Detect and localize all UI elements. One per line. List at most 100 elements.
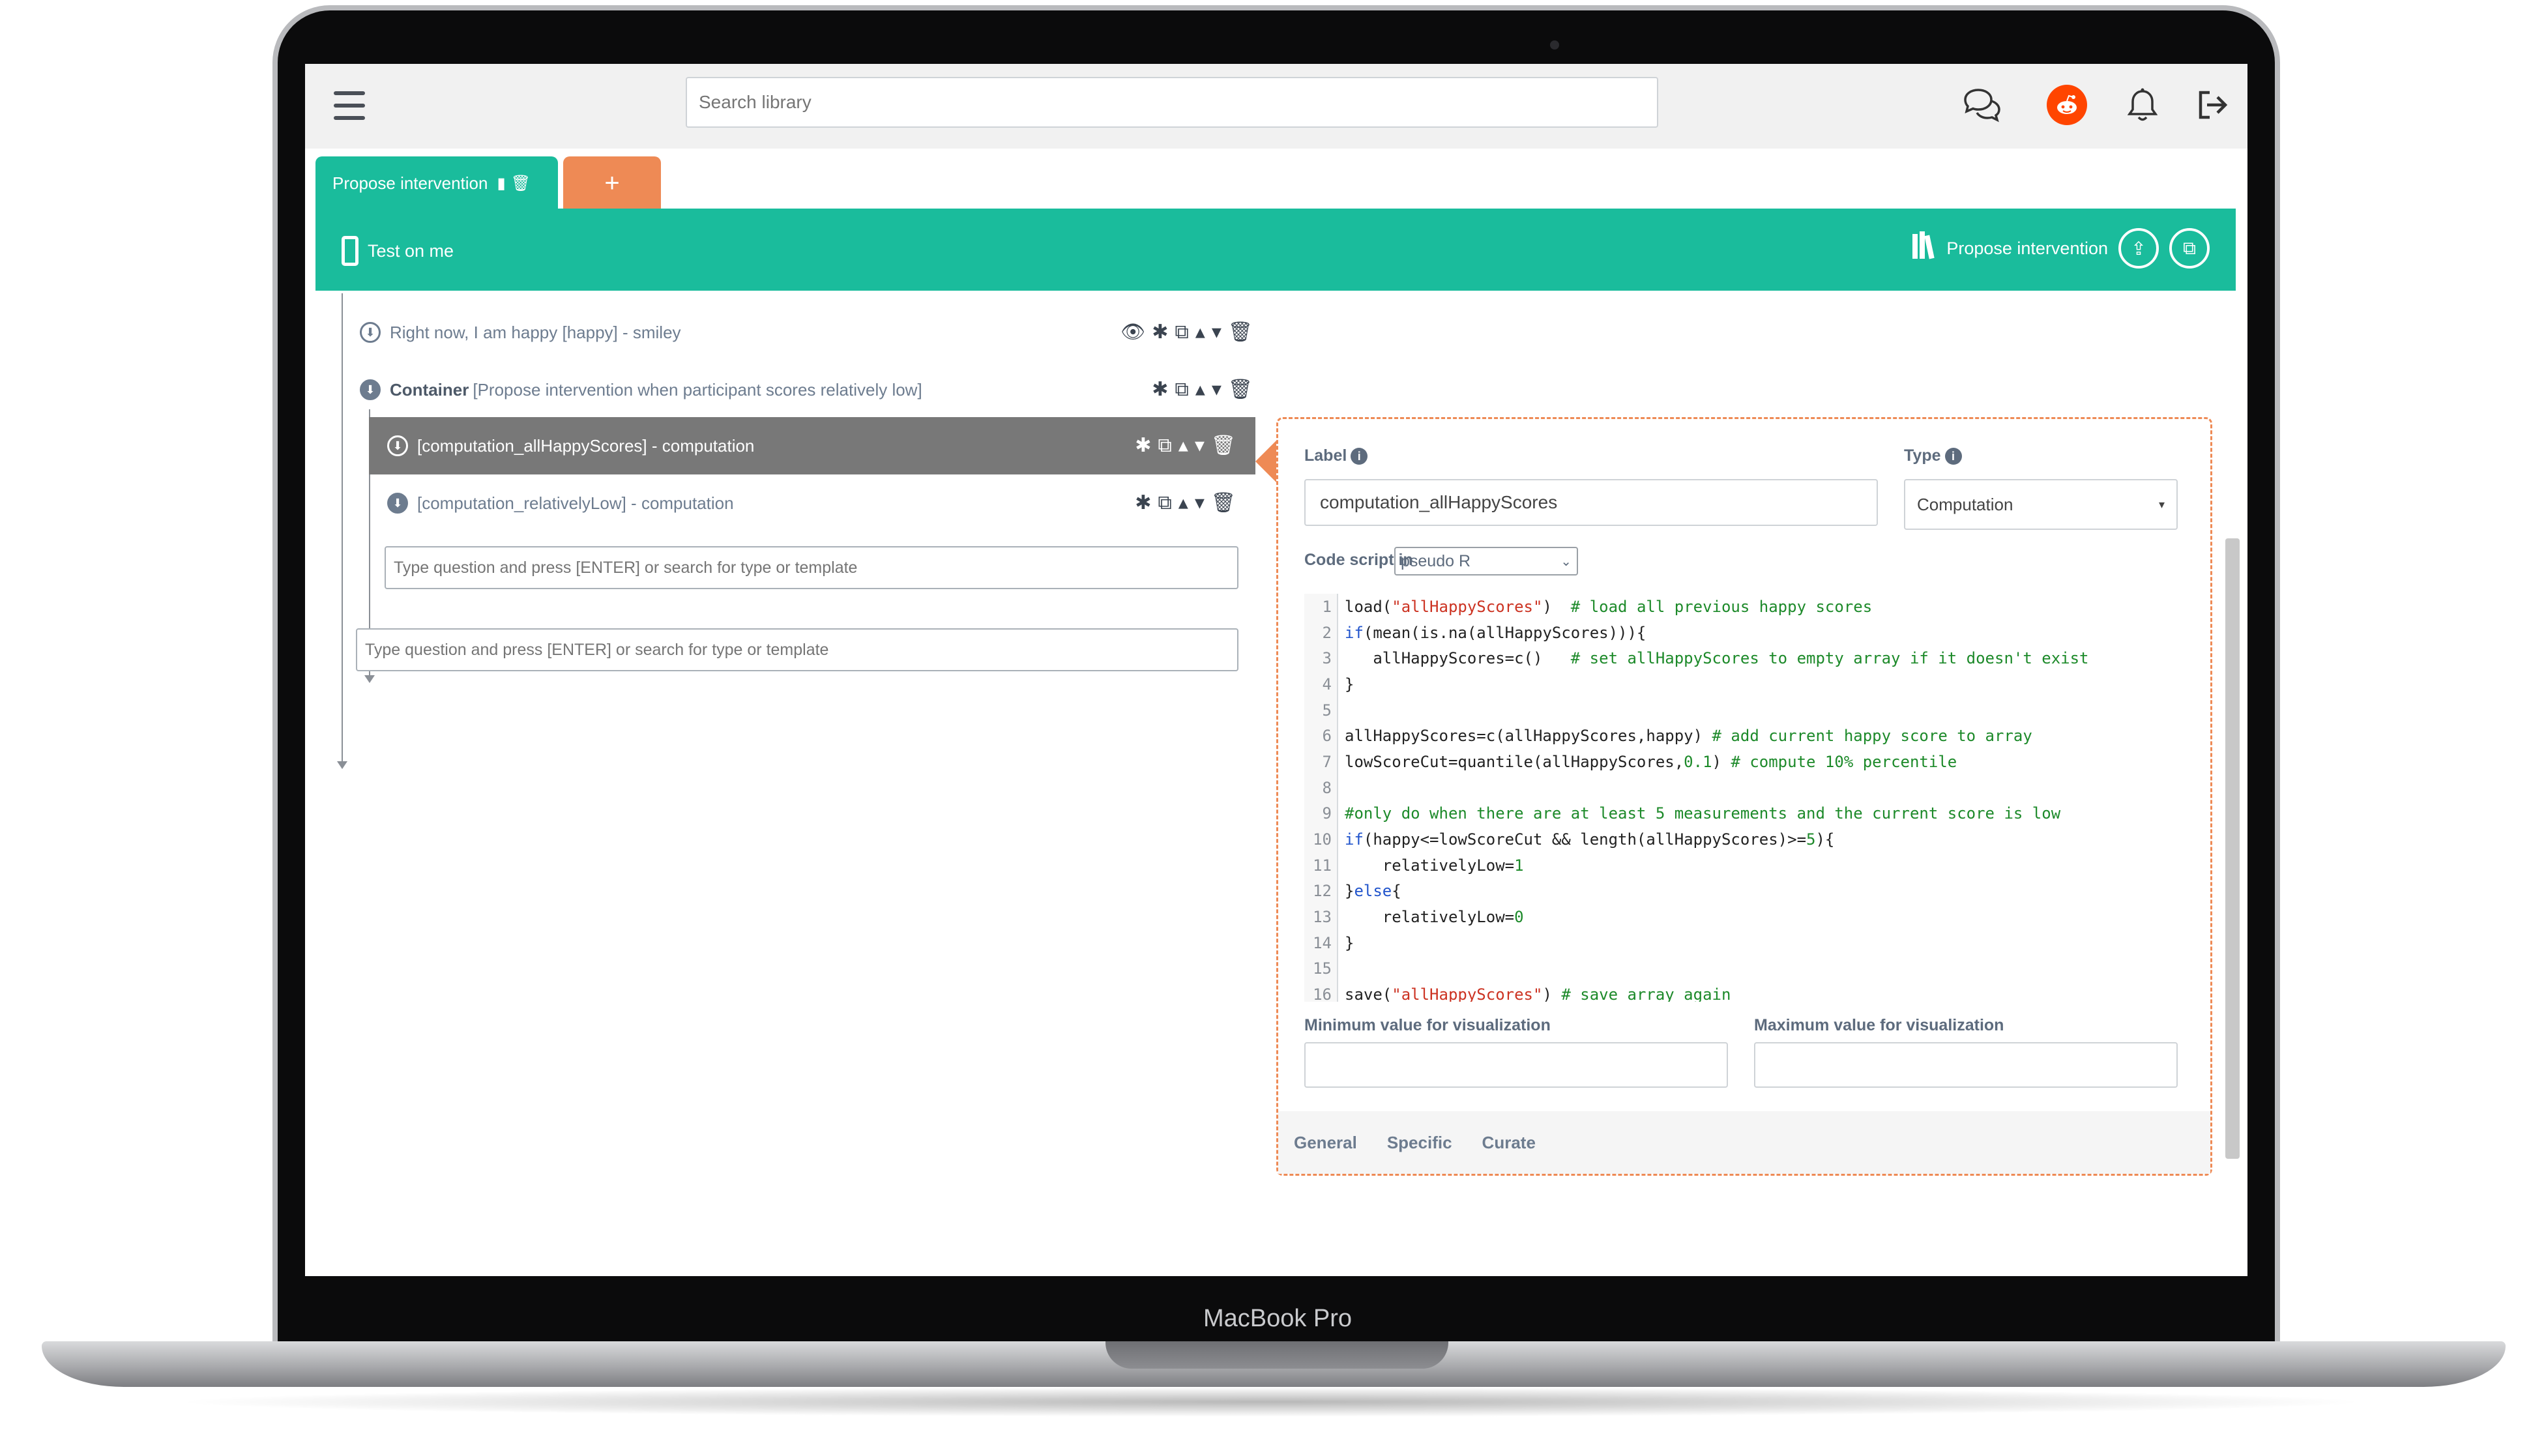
tab-curate[interactable]: Curate bbox=[1482, 1133, 1536, 1153]
reddit-icon[interactable] bbox=[2047, 85, 2087, 125]
code-line: 1 load("allHappyScores") # load all previ… bbox=[1304, 594, 2197, 620]
chevron-down-icon: ▾ bbox=[2158, 497, 2165, 511]
move-up-icon[interactable]: ▴ bbox=[1195, 321, 1205, 343]
inner-question-input[interactable] bbox=[385, 546, 1238, 589]
tree-item-selected[interactable]: ⬇ [computation_allHappyScores] - computa… bbox=[369, 417, 1255, 474]
code-text: allHappyScores=c(allHappyScores,happy) #… bbox=[1345, 727, 2032, 746]
line-number: 1 bbox=[1304, 594, 1338, 620]
trash-icon[interactable]: 🗑 bbox=[1211, 491, 1236, 514]
code-text: lowScoreCut=quantile(allHappyScores,0.1)… bbox=[1345, 752, 1957, 771]
asterisk-icon[interactable]: ✱ bbox=[1152, 321, 1168, 343]
move-up-icon[interactable]: ▴ bbox=[1195, 378, 1205, 401]
code-text: load("allHappyScores") # load all previo… bbox=[1345, 597, 1873, 616]
max-value-label: Maximum value for visualization bbox=[1754, 1016, 2004, 1034]
code-text: allHappyScores=c() # set allHappyScores … bbox=[1345, 649, 2089, 668]
trash-icon[interactable]: 🗑 bbox=[1228, 321, 1253, 343]
collapse-icon[interactable]: ⬇ bbox=[360, 322, 381, 343]
code-text: relativelyLow=0 bbox=[1345, 908, 1524, 927]
code-line: 4} bbox=[1304, 671, 2197, 697]
line-number: 7 bbox=[1304, 749, 1338, 775]
app-screen: Propose intervention ▮ 🗑 + Test on me Pr… bbox=[305, 64, 2247, 1276]
menu-icon[interactable] bbox=[334, 91, 365, 120]
asterisk-icon[interactable]: ✱ bbox=[1152, 378, 1168, 401]
tree-item[interactable]: ⬇ [computation_relativelyLow] - computat… bbox=[369, 474, 1255, 532]
duplicate-icon[interactable]: ⧉ bbox=[1158, 435, 1171, 457]
move-down-icon[interactable]: ▾ bbox=[1212, 321, 1222, 343]
test-on-me-label: Test on me bbox=[368, 240, 454, 261]
collapse-icon[interactable]: ⬇ bbox=[387, 435, 408, 456]
code-editor[interactable]: 1 load("allHappyScores") # load all previ… bbox=[1304, 594, 2197, 1002]
move-down-icon[interactable]: ▾ bbox=[1195, 434, 1205, 457]
line-number: 10 bbox=[1304, 826, 1338, 852]
copy-icon[interactable]: ⧉ bbox=[2169, 228, 2210, 269]
line-number: 13 bbox=[1304, 904, 1338, 930]
page-scrollbar[interactable] bbox=[2225, 538, 2240, 1159]
max-value-input[interactable] bbox=[1754, 1042, 2178, 1088]
laptop-shadow bbox=[169, 1387, 2373, 1417]
tree-item-text: [Propose intervention when participant s… bbox=[473, 379, 922, 400]
code-text: }else{ bbox=[1345, 882, 1401, 901]
label-input[interactable]: computation_allHappyScores bbox=[1304, 479, 1878, 526]
asterisk-icon[interactable]: ✱ bbox=[1135, 491, 1151, 514]
code-text: save("allHappyScores") # save array agai… bbox=[1345, 985, 1731, 1002]
test-on-me-button[interactable]: Test on me bbox=[342, 236, 454, 266]
code-line: 14} bbox=[1304, 929, 2197, 956]
type-select[interactable]: Computation ▾ bbox=[1904, 479, 2178, 530]
duplicate-icon[interactable]: ⧉ bbox=[1175, 321, 1188, 343]
trash-icon[interactable]: 🗑 bbox=[511, 174, 531, 193]
chat-icon[interactable] bbox=[1959, 82, 2005, 128]
code-line: 15 bbox=[1304, 955, 2197, 982]
type-select-value: Computation bbox=[1917, 494, 2013, 514]
bell-icon[interactable] bbox=[2120, 82, 2165, 128]
code-text: } bbox=[1345, 675, 1354, 693]
code-text: } bbox=[1345, 933, 1354, 952]
type-field-title: Type i bbox=[1904, 446, 1962, 465]
duplicate-icon[interactable]: ⧉ bbox=[1158, 492, 1171, 514]
tree-item-container[interactable]: ⬇ Container [Propose intervention when p… bbox=[360, 361, 1272, 418]
move-up-icon[interactable]: ▴ bbox=[1178, 434, 1188, 457]
share-icon[interactable]: ⇪ bbox=[2118, 228, 2159, 269]
language-value: pseudo R bbox=[1401, 551, 1471, 570]
tab-specific[interactable]: Specific bbox=[1387, 1133, 1452, 1153]
clipboard-icon[interactable]: ▮ bbox=[497, 174, 505, 193]
move-down-icon[interactable]: ▾ bbox=[1212, 378, 1222, 401]
library-label[interactable]: Propose intervention bbox=[1946, 239, 2108, 259]
tree-item[interactable]: ⬇ Right now, I am happy [happy] - smiley… bbox=[360, 304, 1272, 361]
phone-icon bbox=[342, 236, 358, 266]
add-tab-button[interactable]: + bbox=[563, 156, 661, 210]
code-line: 8 bbox=[1304, 774, 2197, 801]
detail-panel: Label i computation_allHappyScores Type i … bbox=[1276, 417, 2212, 1176]
code-line: 3 allHappyScores=c() # set allHappyScore… bbox=[1304, 645, 2197, 672]
tab-general[interactable]: General bbox=[1294, 1133, 1357, 1153]
logout-icon[interactable] bbox=[2190, 82, 2236, 128]
tree-arrow-inner bbox=[364, 675, 375, 683]
outer-question-input[interactable] bbox=[356, 628, 1238, 671]
trash-icon[interactable]: 🗑 bbox=[1211, 434, 1236, 457]
info-icon[interactable]: i bbox=[1944, 448, 1962, 465]
tab-propose-intervention[interactable]: Propose intervention ▮ 🗑 bbox=[315, 156, 558, 210]
line-number: 6 bbox=[1304, 723, 1338, 750]
laptop-notch bbox=[1105, 1341, 1448, 1369]
code-line: 5 bbox=[1304, 697, 2197, 723]
duplicate-icon[interactable]: ⧉ bbox=[1175, 379, 1188, 401]
trash-icon[interactable]: 🗑 bbox=[1228, 378, 1253, 401]
laptop-frame: MacBook Pro Propose intervention ▮ 🗑 bbox=[0, 0, 2546, 1456]
expand-icon[interactable]: ⬇ bbox=[360, 379, 381, 400]
top-bar bbox=[305, 64, 2247, 149]
code-text: if(happy<=lowScoreCut && length(allHappy… bbox=[1345, 830, 1835, 849]
code-line: 2 if(mean(is.na(allHappyScores))){ bbox=[1304, 619, 2197, 646]
min-value-label: Minimum value for visualization bbox=[1304, 1016, 1551, 1034]
min-value-input[interactable] bbox=[1304, 1042, 1728, 1088]
info-icon[interactable]: i bbox=[1351, 448, 1368, 465]
label-title-text: Label bbox=[1304, 446, 1347, 465]
language-select[interactable]: pseudo R ⌄ bbox=[1394, 547, 1578, 575]
move-down-icon[interactable]: ▾ bbox=[1195, 491, 1205, 514]
expand-icon[interactable]: ⬇ bbox=[387, 493, 408, 514]
asterisk-icon[interactable]: ✱ bbox=[1135, 434, 1151, 457]
code-text: if(mean(is.na(allHappyScores))){ bbox=[1345, 623, 1646, 642]
line-number: 14 bbox=[1304, 929, 1338, 956]
move-up-icon[interactable]: ▴ bbox=[1178, 491, 1188, 514]
camera bbox=[1550, 40, 1559, 50]
search-input[interactable] bbox=[686, 77, 1658, 128]
eye-icon[interactable]: 👁 bbox=[1120, 321, 1145, 343]
